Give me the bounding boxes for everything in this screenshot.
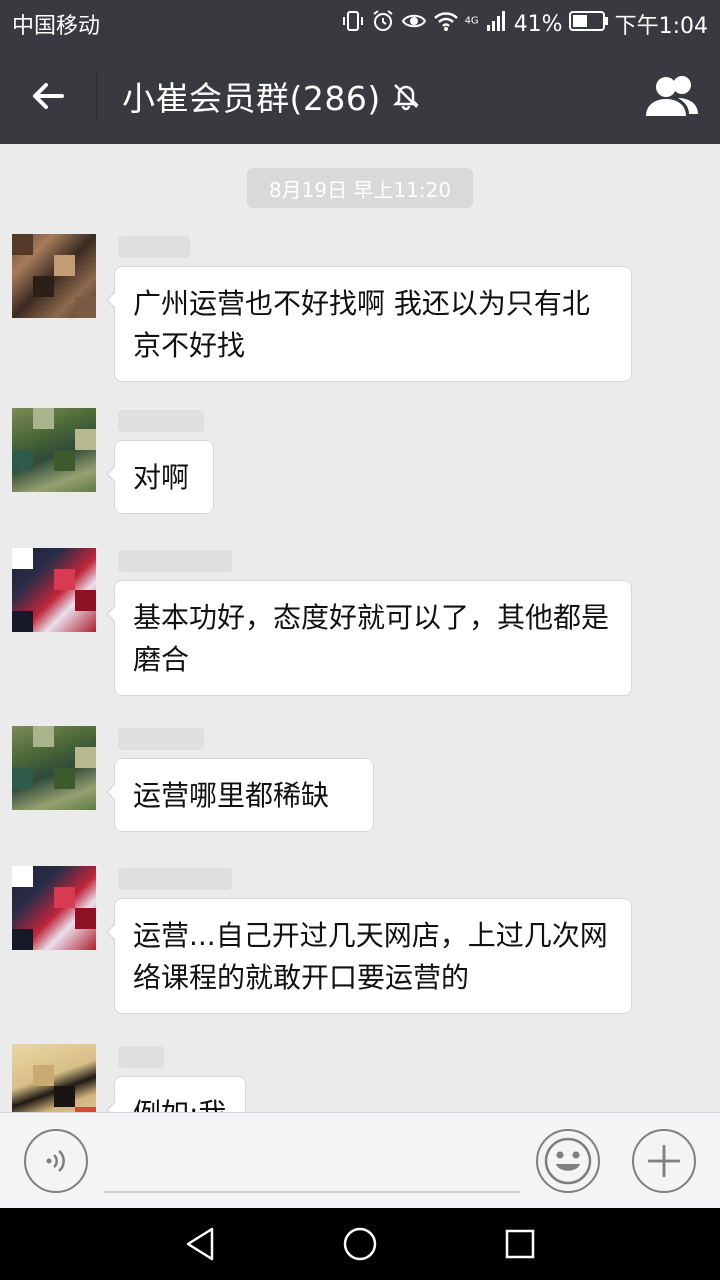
eye-icon [401,9,427,39]
input-bar [0,1112,720,1208]
chat-header: 小崔会员群(286) [0,48,720,144]
clock: 下午1:04 [614,14,708,39]
group-members-button[interactable] [644,72,700,120]
wifi-icon [433,9,459,39]
message-text: 运营哪里都稀缺 [133,779,330,812]
sender-name [118,550,232,572]
smiley-icon [544,1137,592,1185]
sender-name [118,868,232,890]
network-type: 4G [464,15,479,27]
battery-percent: 41% [513,11,563,37]
status-icons: 4G 41% 下午1:04 [341,8,708,40]
voice-button[interactable] [24,1129,88,1193]
bell-off-icon [391,81,421,111]
back-button[interactable] [18,68,78,124]
message-bubble[interactable]: 对啊 [106,440,214,514]
timestamp: 8月19日 早上11:20 [247,168,473,208]
avatar[interactable] [12,1044,96,1112]
sender-name [118,236,190,258]
avatar[interactable] [12,866,96,950]
message-text: 运营...自己开过几天网店，上过几次网络课程的就敢开口要运营的 [133,919,608,994]
message-bubble[interactable]: 运营哪里都稀缺 [106,758,374,832]
message-text: 例如:我 [133,1097,226,1112]
people-icon [646,76,698,116]
message-bubble[interactable]: 广州运营也不好找啊 我还以为只有北京不好找 [106,266,632,382]
triangle-back-icon [186,1227,214,1261]
page-title: 小崔会员群(286) [122,79,381,118]
sender-name [118,728,204,750]
emoji-button[interactable] [536,1129,600,1193]
avatar[interactable] [12,234,96,318]
vibrate-icon [341,9,365,39]
avatar[interactable] [12,726,96,810]
status-bar: 中国移动 4G 41% 下午1:04 [0,0,720,48]
signal-icon: 4G [465,10,508,38]
alarm-icon [371,9,395,39]
message-bubble[interactable]: 运营...自己开过几天网店，上过几次网络课程的就敢开口要运营的 [106,898,632,1014]
circle-home-icon [343,1227,377,1261]
plus-icon [648,1145,680,1177]
system-navigation [0,1208,720,1280]
avatar[interactable] [12,408,96,492]
carrier-label: 中国移动 [12,14,101,39]
chat-messages[interactable]: 8月19日 早上11:20 广州运营也不好找啊 我还以为只有北京不好找 对啊 基… [0,144,720,1112]
sender-name [118,410,204,432]
system-back-button[interactable] [180,1224,220,1264]
message-text: 广州运营也不好找啊 我还以为只有北京不好找 [133,287,590,362]
message-text: 基本功好，态度好就可以了，其他都是磨合 [133,601,610,676]
system-recents-button[interactable] [500,1224,540,1264]
header-divider [96,72,97,120]
message-bubble[interactable]: 基本功好，态度好就可以了，其他都是磨合 [106,580,632,696]
battery-icon [568,10,609,38]
voice-icon [46,1150,65,1172]
group-title[interactable]: 小崔会员群(286) [122,48,421,144]
arrow-left-icon [33,83,64,109]
sender-name [118,1046,164,1068]
more-button[interactable] [632,1129,696,1193]
message-bubble[interactable]: 例如:我 [106,1076,246,1112]
avatar[interactable] [12,548,96,632]
message-text: 对啊 [133,461,190,494]
system-home-button[interactable] [340,1224,380,1264]
message-input[interactable] [104,1131,520,1193]
square-recents-icon [505,1229,535,1259]
